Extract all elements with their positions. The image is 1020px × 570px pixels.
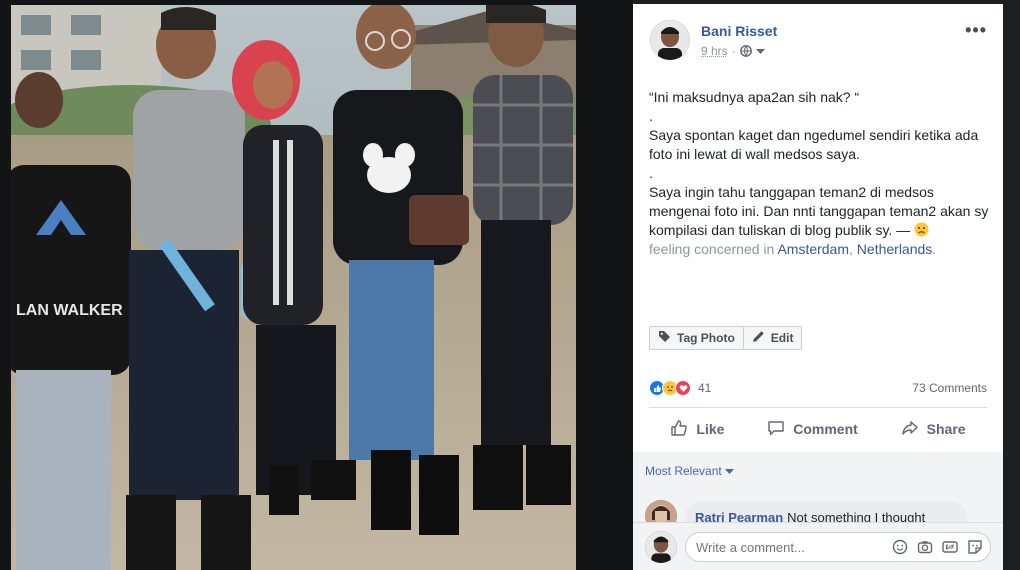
comments-count[interactable]: 73 Comments [912, 381, 987, 395]
comment-icon [767, 419, 785, 440]
pencil-icon [752, 330, 765, 346]
chevron-down-icon [725, 464, 735, 478]
author-name[interactable]: Bani Risset [701, 23, 777, 39]
feeling-label: feeling concerned in [649, 241, 775, 257]
post-text-line: “Ini maksudnya apa2an sih nak? “ [649, 89, 860, 105]
post-action-bar: Like Comment Share [649, 412, 987, 446]
comment-composer [633, 522, 1003, 570]
edit-button[interactable]: Edit [742, 326, 803, 350]
location-separator: , [849, 241, 857, 257]
like-label: Like [696, 421, 725, 437]
post-text: “Ini maksudnya apa2an sih nak? “ . Saya … [649, 88, 994, 259]
more-options-button[interactable]: ••• [965, 20, 987, 41]
location-city-link[interactable]: Amsterdam [777, 241, 849, 257]
photo-stage: LAN WALKER [0, 0, 633, 570]
comment-sort-label: Most Relevant [645, 464, 722, 478]
post-text-body: Saya ingin tahu tanggapan teman2 di meds… [649, 184, 993, 238]
comment-sort-dropdown[interactable]: Most Relevant [645, 464, 735, 478]
share-button[interactable]: Share [901, 419, 966, 440]
post-side-panel: Bani Risset 9 hrs · ••• “Ini maksudnya a… [633, 4, 1003, 570]
photo-viewer: LAN WALKER Bani Risset 9 hrs · ••• “Ini … [0, 0, 1020, 570]
post-text-line: . [649, 108, 653, 124]
love-reaction-icon[interactable] [675, 380, 691, 396]
camera-icon[interactable] [917, 539, 933, 555]
chevron-down-icon[interactable] [755, 44, 765, 58]
comment-button[interactable]: Comment [767, 419, 858, 440]
emoji-icon[interactable] [892, 539, 908, 555]
post-photo[interactable]: LAN WALKER [11, 5, 576, 570]
post-meta: 9 hrs · [701, 44, 765, 58]
comment-label: Comment [793, 421, 858, 437]
post-text-line: . [649, 165, 653, 181]
avatar-portrait [650, 20, 690, 60]
edit-label: Edit [770, 331, 794, 345]
post-timestamp[interactable]: 9 hrs [701, 44, 728, 58]
sticker-icon[interactable] [967, 539, 983, 555]
feeling-line: feeling concerned in Amsterdam, Netherla… [649, 240, 994, 259]
meta-separator: · [731, 44, 736, 58]
reaction-stats: 41 73 Comments [649, 378, 987, 398]
globe-icon[interactable] [739, 45, 752, 57]
share-icon [901, 419, 919, 440]
photo-action-buttons: Tag Photo Edit [649, 326, 803, 350]
share-label: Share [926, 421, 966, 437]
tag-icon [658, 330, 671, 346]
post-text-line: Saya spontan kaget dan ngedumel sendiri … [649, 127, 983, 162]
location-country-link[interactable]: Netherlands [857, 241, 933, 257]
divider [649, 407, 987, 408]
gif-icon[interactable] [942, 539, 958, 555]
like-icon [670, 419, 688, 440]
svg-text:LAN WALKER: LAN WALKER [16, 302, 123, 319]
tag-photo-label: Tag Photo [677, 331, 735, 345]
post-text-line: Saya ingin tahu tanggapan teman2 di meds… [649, 183, 994, 240]
tag-photo-button[interactable]: Tag Photo [649, 326, 744, 350]
composer-avatar [645, 531, 677, 563]
reaction-count[interactable]: 41 [698, 381, 711, 395]
composer-icons [892, 539, 983, 555]
photo-illustration: LAN WALKER [11, 5, 576, 570]
post-header: Bani Risset 9 hrs · ••• [633, 4, 1003, 74]
location-end: . [932, 241, 937, 257]
concerned-emoji-icon [914, 222, 929, 237]
author-avatar[interactable] [650, 20, 690, 60]
like-button[interactable]: Like [670, 419, 724, 440]
